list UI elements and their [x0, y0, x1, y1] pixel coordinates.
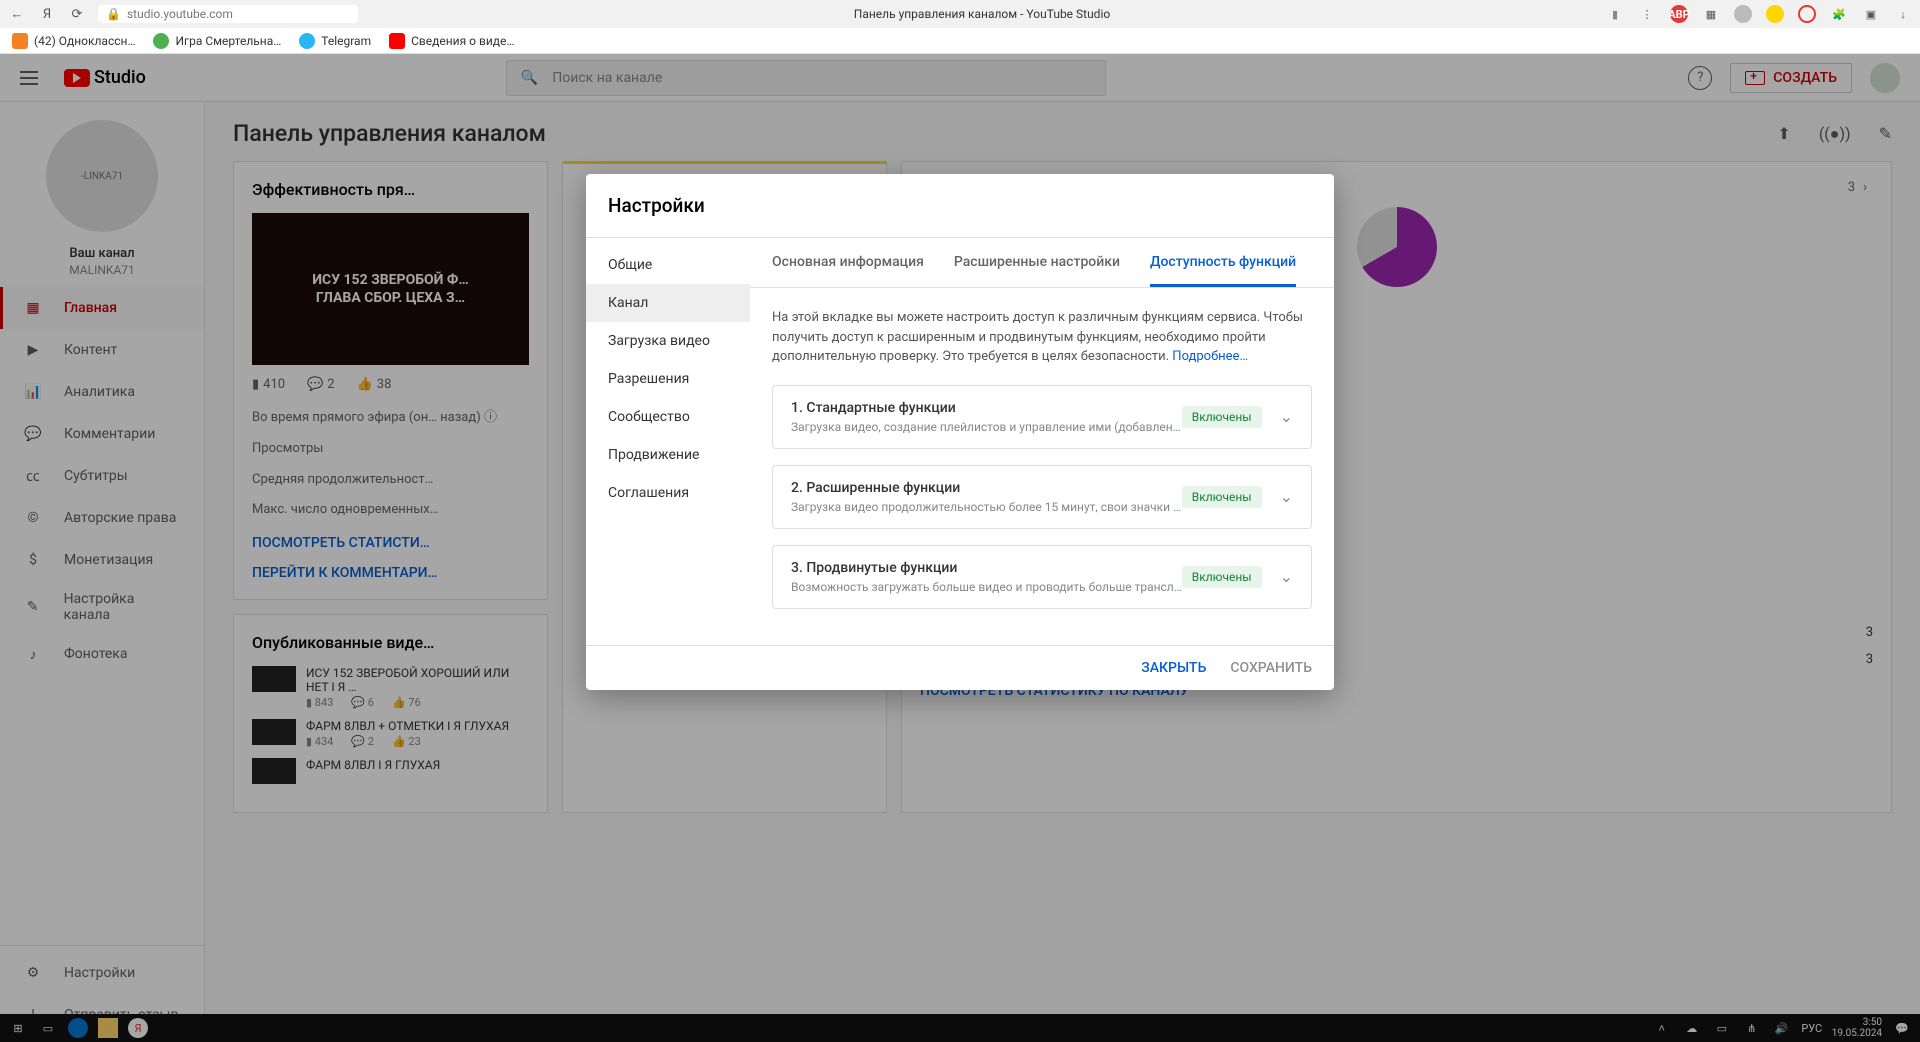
bookmark-telegram[interactable]: Telegram — [299, 33, 371, 49]
feature-standard[interactable]: 1. Стандартные функции Загрузка видео, с… — [772, 385, 1312, 449]
sidebar-icon[interactable]: ▣ — [1862, 5, 1880, 23]
tab-description: На этой вкладке вы можете настроить дост… — [772, 308, 1312, 367]
status-badge: Включены — [1182, 566, 1262, 588]
yandex-home-icon[interactable]: Я — [38, 5, 56, 23]
menu-dots-icon[interactable]: ⋮ — [1638, 5, 1656, 23]
modal-tab-channel[interactable]: Канал — [586, 284, 750, 322]
modal-title: Настройки — [586, 174, 1334, 238]
feature-desc: Загрузка видео, создание плейлистов и уп… — [791, 420, 1182, 434]
extensions-icon[interactable]: 🧩 — [1830, 5, 1848, 23]
modal-tab-upload[interactable]: Загрузка видео — [586, 322, 750, 360]
feature-advanced[interactable]: 3. Продвинутые функции Возможность загру… — [772, 545, 1312, 609]
modal-tab-general[interactable]: Общие — [586, 246, 750, 284]
feature-title: 1. Стандартные функции — [791, 400, 1182, 416]
bookmark-youtube-info[interactable]: Сведения о виде… — [389, 33, 514, 49]
modal-tab-community[interactable]: Сообщество — [586, 398, 750, 436]
close-button[interactable]: ЗАКРЫТЬ — [1141, 660, 1206, 676]
bookmark-odnoklassniki[interactable]: (42) Одноклассн… — [12, 33, 135, 49]
back-button[interactable]: ← — [8, 5, 26, 23]
feature-desc: Возможность загружать больше видео и про… — [791, 580, 1182, 594]
abp-icon[interactable]: ABP — [1670, 5, 1688, 23]
bookmarks-bar: (42) Одноклассн… Игра Смертельна… Telegr… — [0, 28, 1920, 54]
chevron-down-icon[interactable]: ⌄ — [1280, 567, 1293, 586]
feature-intermediate[interactable]: 2. Расширенные функции Загрузка видео пр… — [772, 465, 1312, 529]
url-text: studio.youtube.com — [127, 7, 233, 21]
tab-basic-info[interactable]: Основная информация — [772, 238, 924, 287]
status-badge: Включены — [1182, 406, 1262, 428]
qr-icon[interactable]: ▦ — [1702, 5, 1720, 23]
channel-tabs: Основная информация Расширенные настройк… — [750, 238, 1334, 288]
learn-more-link[interactable]: Подробнее… — [1172, 349, 1248, 364]
downloads-icon[interactable]: ↓ — [1894, 5, 1912, 23]
browser-toolbar: ← Я ⟳ 🔒 studio.youtube.com Панель управл… — [0, 0, 1920, 28]
status-badge: Включены — [1182, 486, 1262, 508]
page-title: Панель управления каналом - YouTube Stud… — [370, 7, 1594, 21]
lock-icon: 🔒 — [106, 7, 121, 21]
chevron-down-icon[interactable]: ⌄ — [1280, 407, 1293, 426]
bookmark-icon[interactable]: ▮ — [1606, 5, 1624, 23]
modal-tab-agreements[interactable]: Соглашения — [586, 474, 750, 512]
chevron-down-icon[interactable]: ⌄ — [1280, 487, 1293, 506]
bookmark-game[interactable]: Игра Смертельна… — [153, 33, 281, 49]
feature-title: 3. Продвинутые функции — [791, 560, 1182, 576]
modal-tab-permissions[interactable]: Разрешения — [586, 360, 750, 398]
modal-overlay: Настройки Общие Канал Загрузка видео Раз… — [0, 54, 1920, 1042]
ext3-icon[interactable] — [1798, 5, 1816, 23]
save-button[interactable]: СОХРАНИТЬ — [1230, 660, 1312, 676]
tab-feature-eligibility[interactable]: Доступность функций — [1150, 238, 1296, 287]
feature-title: 2. Расширенные функции — [791, 480, 1182, 496]
tab-advanced[interactable]: Расширенные настройки — [954, 238, 1120, 287]
settings-modal: Настройки Общие Канал Загрузка видео Раз… — [586, 174, 1334, 690]
ext1-icon[interactable] — [1734, 5, 1752, 23]
reload-button[interactable]: ⟳ — [68, 5, 86, 23]
ext2-icon[interactable] — [1766, 5, 1784, 23]
modal-sidebar: Общие Канал Загрузка видео Разрешения Со… — [586, 238, 750, 645]
feature-desc: Загрузка видео продолжительностью более … — [791, 500, 1182, 514]
modal-tab-promotion[interactable]: Продвижение — [586, 436, 750, 474]
url-bar[interactable]: 🔒 studio.youtube.com — [98, 5, 358, 23]
